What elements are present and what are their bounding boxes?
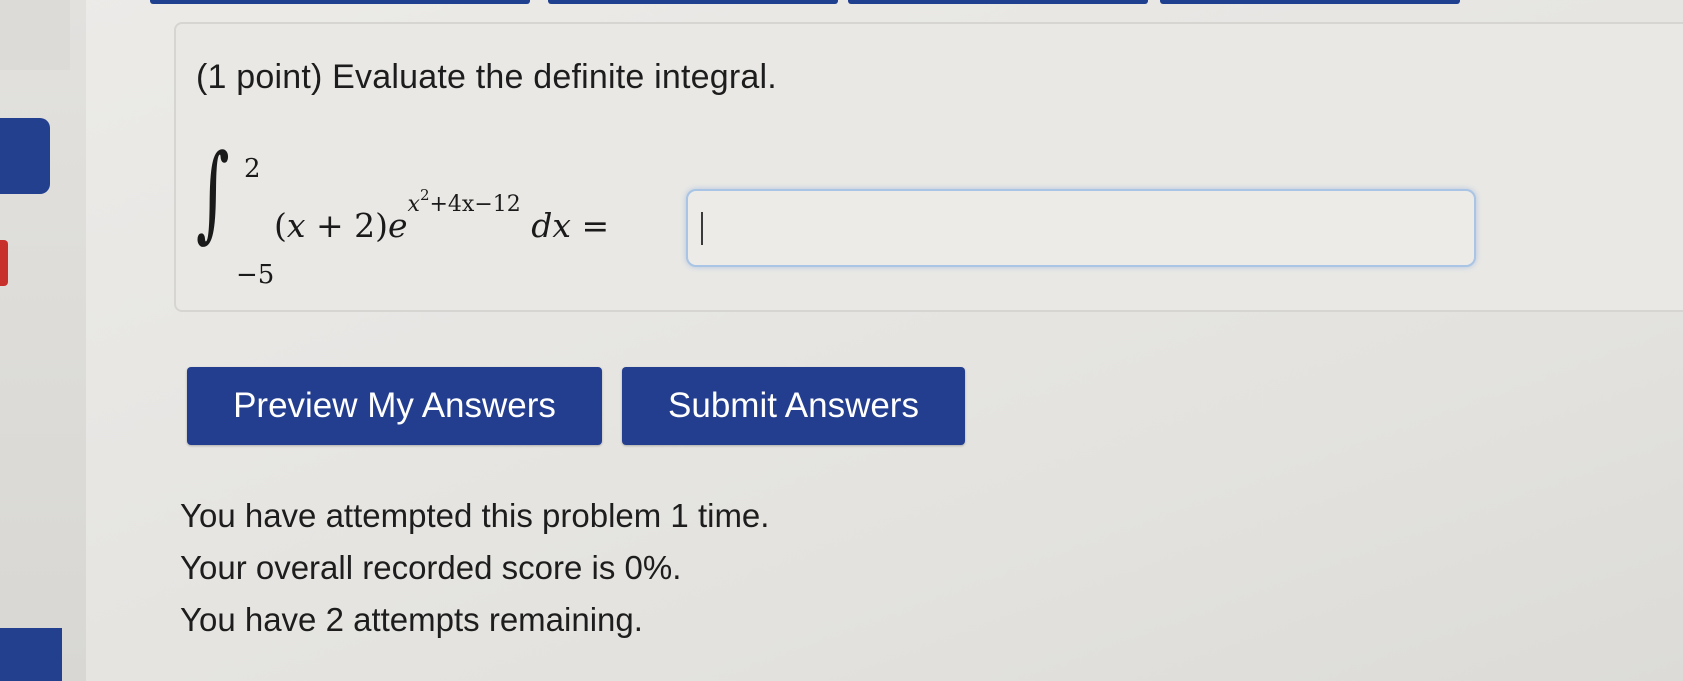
attempt-status: You have attempted this problem 1 time. … xyxy=(180,490,769,646)
integrand: (x + 2)ex2+4x−12 dx = xyxy=(274,186,610,245)
submit-answers-button[interactable]: Submit Answers xyxy=(622,367,965,445)
sidebar-tab-bottom[interactable] xyxy=(0,628,62,681)
preview-answers-button[interactable]: Preview My Answers xyxy=(187,367,602,445)
exponent-rest: +4x−12 xyxy=(429,192,521,217)
exponent: x2+4x−12 xyxy=(407,186,521,217)
top-nav-bar xyxy=(848,0,1148,4)
upper-limit: 2 xyxy=(244,154,261,184)
problem-title: (1 point) Evaluate the definite integral… xyxy=(196,58,777,96)
lower-limit: −5 xyxy=(236,260,275,290)
integral-expression: ∫ 2 −5 (x + 2)ex2+4x−12 dx = xyxy=(196,140,666,290)
score-text: Your overall recorded score is 0%. xyxy=(180,549,682,586)
open-paren: ( xyxy=(274,206,287,245)
answer-input[interactable] xyxy=(686,189,1476,267)
euler-e: e xyxy=(388,206,408,245)
exponent-square: 2 xyxy=(419,186,430,204)
left-page-edge-upper xyxy=(0,0,70,70)
text-cursor xyxy=(701,212,703,245)
alert-marker xyxy=(0,240,8,286)
top-nav-bar xyxy=(548,0,838,4)
left-page-edge xyxy=(0,0,86,681)
exponent-x: x xyxy=(407,192,420,217)
differential-dx: dx xyxy=(531,206,572,245)
equals-sign: = xyxy=(581,206,610,245)
top-nav-bar xyxy=(150,0,530,4)
attempts-text: You have attempted this problem 1 time. xyxy=(180,497,770,534)
sidebar-tab[interactable] xyxy=(0,118,50,194)
variable-x: x xyxy=(286,206,306,245)
plus-two: + 2) xyxy=(305,206,388,245)
top-nav-bar xyxy=(1160,0,1460,4)
integral-symbol: ∫ xyxy=(196,131,230,253)
remaining-attempts-text: You have 2 attempts remaining. xyxy=(180,601,643,638)
